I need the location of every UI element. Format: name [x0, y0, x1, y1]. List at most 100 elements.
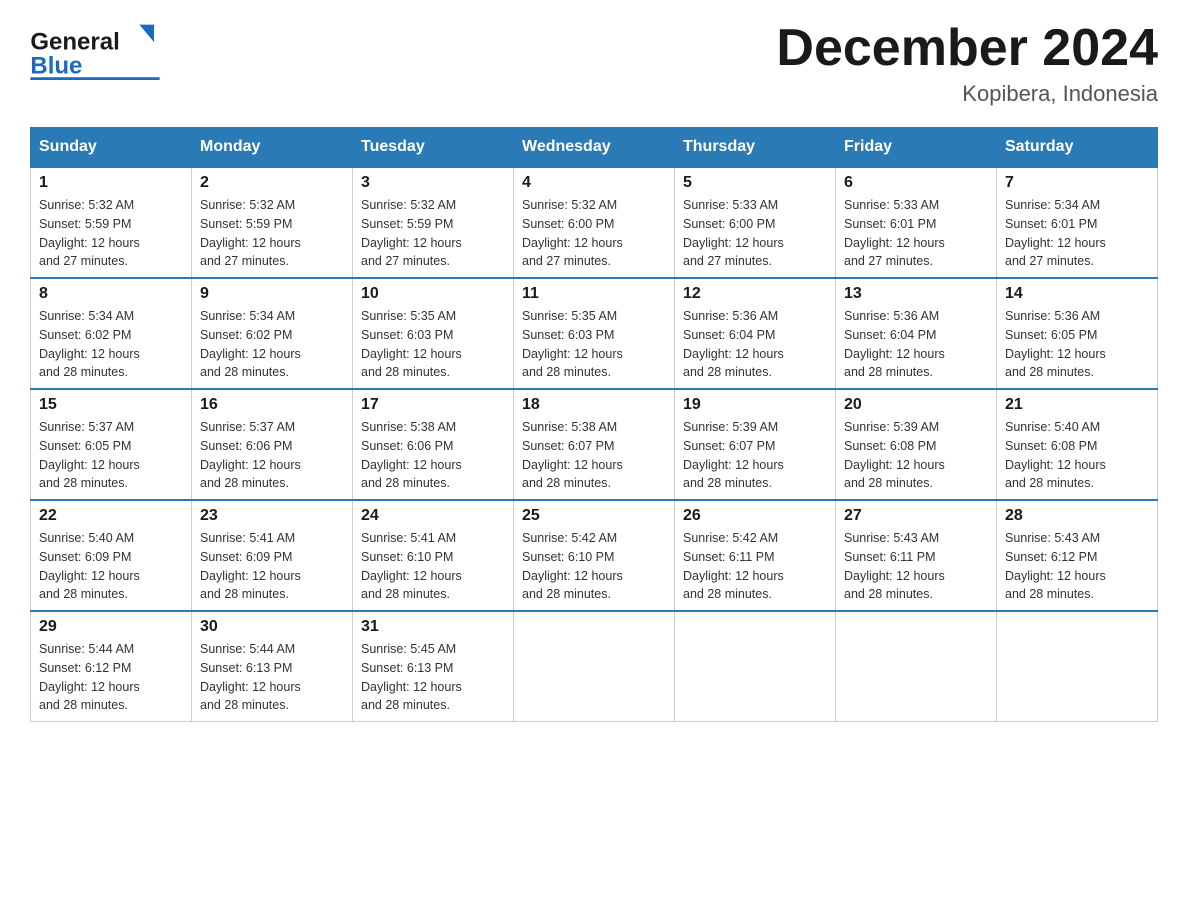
calendar-cell: 31 Sunrise: 5:45 AMSunset: 6:13 PMDayligh… [353, 611, 514, 722]
calendar-cell: 28 Sunrise: 5:43 AMSunset: 6:12 PMDayligh… [997, 500, 1158, 611]
calendar-cell: 5Sunrise: 5:33 AMSunset: 6:00 PMDaylight… [675, 167, 836, 278]
week-row-3: 15 Sunrise: 5:37 AMSunset: 6:05 PMDayligh… [31, 389, 1158, 500]
calendar-cell: 16 Sunrise: 5:37 AMSunset: 6:06 PMDayligh… [192, 389, 353, 500]
day-info: Sunrise: 5:39 AMSunset: 6:07 PMDaylight:… [683, 418, 827, 493]
calendar-cell: 25 Sunrise: 5:42 AMSunset: 6:10 PMDayligh… [514, 500, 675, 611]
day-info: Sunrise: 5:41 AMSunset: 6:09 PMDaylight:… [200, 529, 344, 604]
day-info: Sunrise: 5:38 AMSunset: 6:07 PMDaylight:… [522, 418, 666, 493]
day-number: 25 [522, 507, 666, 525]
calendar-cell: 3 Sunrise: 5:32 AMSunset: 5:59 PMDaylight… [353, 167, 514, 278]
day-number: 21 [1005, 396, 1149, 414]
day-number: 26 [683, 507, 827, 525]
day-info: Sunrise: 5:44 AMSunset: 6:12 PMDaylight:… [39, 640, 183, 715]
day-number: 29 [39, 618, 183, 636]
calendar-cell: 12 Sunrise: 5:36 AMSunset: 6:04 PMDayligh… [675, 278, 836, 389]
logo: General Blue [30, 20, 160, 80]
week-row-4: 22Sunrise: 5:40 AMSunset: 6:09 PMDayligh… [31, 500, 1158, 611]
day-number: 3 [361, 174, 505, 192]
calendar-table: SundayMondayTuesdayWednesdayThursdayFrid… [30, 127, 1158, 722]
day-number: 8 [39, 285, 183, 303]
col-header-tuesday: Tuesday [353, 128, 514, 168]
day-number: 14 [1005, 285, 1149, 303]
calendar-cell: 6 Sunrise: 5:33 AMSunset: 6:01 PMDaylight… [836, 167, 997, 278]
week-row-2: 8Sunrise: 5:34 AMSunset: 6:02 PMDaylight… [31, 278, 1158, 389]
day-info: Sunrise: 5:37 AMSunset: 6:05 PMDaylight:… [39, 418, 183, 493]
day-number: 17 [361, 396, 505, 414]
calendar-cell [997, 611, 1158, 722]
day-number: 23 [200, 507, 344, 525]
calendar-cell: 15 Sunrise: 5:37 AMSunset: 6:05 PMDayligh… [31, 389, 192, 500]
col-header-wednesday: Wednesday [514, 128, 675, 168]
day-number: 27 [844, 507, 988, 525]
calendar-cell: 30 Sunrise: 5:44 AMSunset: 6:13 PMDayligh… [192, 611, 353, 722]
calendar-cell: 19 Sunrise: 5:39 AMSunset: 6:07 PMDayligh… [675, 389, 836, 500]
col-header-friday: Friday [836, 128, 997, 168]
calendar-cell: 29 Sunrise: 5:44 AMSunset: 6:12 PMDayligh… [31, 611, 192, 722]
day-info: Sunrise: 5:41 AMSunset: 6:10 PMDaylight:… [361, 529, 505, 604]
day-info: Sunrise: 5:42 AMSunset: 6:10 PMDaylight:… [522, 529, 666, 604]
day-info: Sunrise: 5:33 AMSunset: 6:01 PMDaylight:… [844, 196, 988, 271]
day-info: Sunrise: 5:40 AMSunset: 6:09 PMDaylight:… [39, 529, 183, 604]
day-number: 20 [844, 396, 988, 414]
calendar-cell: 26 Sunrise: 5:42 AMSunset: 6:11 PMDayligh… [675, 500, 836, 611]
calendar-cell: 8Sunrise: 5:34 AMSunset: 6:02 PMDaylight… [31, 278, 192, 389]
day-info: Sunrise: 5:33 AMSunset: 6:00 PMDaylight:… [683, 196, 827, 271]
title-section: December 2024 Kopibera, Indonesia [776, 20, 1158, 107]
calendar-cell: 9Sunrise: 5:34 AMSunset: 6:02 PMDaylight… [192, 278, 353, 389]
calendar-cell: 1 Sunrise: 5:32 AMSunset: 5:59 PMDaylight… [31, 167, 192, 278]
day-number: 1 [39, 174, 183, 192]
day-info: Sunrise: 5:43 AMSunset: 6:12 PMDaylight:… [1005, 529, 1149, 604]
day-info: Sunrise: 5:36 AMSunset: 6:05 PMDaylight:… [1005, 307, 1149, 382]
month-title: December 2024 [776, 20, 1158, 77]
calendar-cell: 24Sunrise: 5:41 AMSunset: 6:10 PMDayligh… [353, 500, 514, 611]
col-header-monday: Monday [192, 128, 353, 168]
day-number: 18 [522, 396, 666, 414]
calendar-cell: 20 Sunrise: 5:39 AMSunset: 6:08 PMDayligh… [836, 389, 997, 500]
day-info: Sunrise: 5:36 AMSunset: 6:04 PMDaylight:… [844, 307, 988, 382]
day-info: Sunrise: 5:39 AMSunset: 6:08 PMDaylight:… [844, 418, 988, 493]
day-info: Sunrise: 5:32 AMSunset: 5:59 PMDaylight:… [200, 196, 344, 271]
day-number: 30 [200, 618, 344, 636]
calendar-cell: 13 Sunrise: 5:36 AMSunset: 6:04 PMDayligh… [836, 278, 997, 389]
calendar-cell: 22Sunrise: 5:40 AMSunset: 6:09 PMDayligh… [31, 500, 192, 611]
day-info: Sunrise: 5:45 AMSunset: 6:13 PMDaylight:… [361, 640, 505, 715]
day-info: Sunrise: 5:43 AMSunset: 6:11 PMDaylight:… [844, 529, 988, 604]
calendar-cell: 18 Sunrise: 5:38 AMSunset: 6:07 PMDayligh… [514, 389, 675, 500]
day-info: Sunrise: 5:36 AMSunset: 6:04 PMDaylight:… [683, 307, 827, 382]
calendar-cell: 4Sunrise: 5:32 AMSunset: 6:00 PMDaylight… [514, 167, 675, 278]
calendar-cell: 21Sunrise: 5:40 AMSunset: 6:08 PMDayligh… [997, 389, 1158, 500]
day-info: Sunrise: 5:32 AMSunset: 5:59 PMDaylight:… [39, 196, 183, 271]
page-header: General Blue December 2024 Kopibera, Ind… [30, 20, 1158, 107]
svg-text:Blue: Blue [30, 53, 82, 80]
calendar-cell: 17 Sunrise: 5:38 AMSunset: 6:06 PMDayligh… [353, 389, 514, 500]
day-number: 12 [683, 285, 827, 303]
day-info: Sunrise: 5:37 AMSunset: 6:06 PMDaylight:… [200, 418, 344, 493]
day-info: Sunrise: 5:38 AMSunset: 6:06 PMDaylight:… [361, 418, 505, 493]
day-number: 19 [683, 396, 827, 414]
col-header-saturday: Saturday [997, 128, 1158, 168]
day-number: 15 [39, 396, 183, 414]
day-number: 9 [200, 285, 344, 303]
day-number: 11 [522, 285, 666, 303]
day-info: Sunrise: 5:35 AMSunset: 6:03 PMDaylight:… [361, 307, 505, 382]
day-number: 10 [361, 285, 505, 303]
location: Kopibera, Indonesia [776, 81, 1158, 107]
day-number: 2 [200, 174, 344, 192]
day-info: Sunrise: 5:42 AMSunset: 6:11 PMDaylight:… [683, 529, 827, 604]
day-number: 16 [200, 396, 344, 414]
week-row-5: 29 Sunrise: 5:44 AMSunset: 6:12 PMDayligh… [31, 611, 1158, 722]
day-info: Sunrise: 5:44 AMSunset: 6:13 PMDaylight:… [200, 640, 344, 715]
day-number: 6 [844, 174, 988, 192]
day-number: 31 [361, 618, 505, 636]
day-number: 4 [522, 174, 666, 192]
calendar-header-row: SundayMondayTuesdayWednesdayThursdayFrid… [31, 128, 1158, 168]
day-number: 13 [844, 285, 988, 303]
calendar-cell [836, 611, 997, 722]
col-header-thursday: Thursday [675, 128, 836, 168]
calendar-cell: 7Sunrise: 5:34 AMSunset: 6:01 PMDaylight… [997, 167, 1158, 278]
calendar-cell: 14 Sunrise: 5:36 AMSunset: 6:05 PMDayligh… [997, 278, 1158, 389]
calendar-cell: 10 Sunrise: 5:35 AMSunset: 6:03 PMDayligh… [353, 278, 514, 389]
day-number: 28 [1005, 507, 1149, 525]
day-info: Sunrise: 5:35 AMSunset: 6:03 PMDaylight:… [522, 307, 666, 382]
day-info: Sunrise: 5:32 AMSunset: 5:59 PMDaylight:… [361, 196, 505, 271]
